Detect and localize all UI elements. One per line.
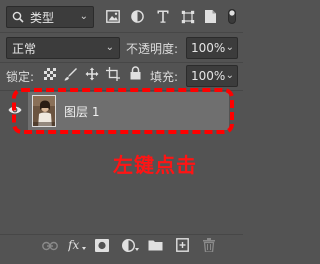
chevron-down-icon: ⌄	[105, 42, 114, 53]
divider	[0, 62, 243, 63]
chevron-down-icon: ⌄	[225, 42, 234, 53]
chevron-down-icon: ⌄	[79, 11, 88, 22]
new-layer-icon[interactable]	[176, 238, 189, 252]
annotation-text: 左键点击	[113, 153, 197, 177]
opacity-value: 100%	[191, 41, 226, 55]
divider	[0, 32, 243, 33]
layers-bottom-toolbar: fx	[0, 230, 243, 264]
svg-text:fx: fx	[68, 238, 79, 252]
lock-transparent-pixels-icon[interactable]	[44, 68, 56, 80]
highlight-dashed-box	[12, 88, 234, 134]
delete-layer-trash-icon[interactable]	[203, 238, 215, 252]
lock-position-icon[interactable]	[85, 67, 99, 81]
shape-filter-icon[interactable]	[181, 10, 195, 24]
chevron-down-icon: ⌄	[225, 70, 234, 81]
fill-input[interactable]: 100% ⌄	[186, 65, 238, 87]
fill-label: 填充:	[150, 70, 179, 84]
type-filter-icon[interactable]	[157, 10, 169, 23]
filter-kind-label: 类型	[30, 10, 55, 25]
search-icon	[12, 11, 24, 23]
new-group-folder-icon[interactable]	[148, 239, 163, 251]
filter-kind-dropdown[interactable]: 类型 ⌄	[6, 6, 94, 28]
fill-value: 100%	[191, 69, 226, 83]
blend-mode-value: 正常	[12, 41, 37, 56]
lock-image-pixels-icon[interactable]	[64, 67, 77, 81]
filter-toggle-switch[interactable]	[228, 9, 236, 24]
blend-mode-dropdown[interactable]: 正常 ⌄	[6, 37, 120, 59]
lock-all-icon[interactable]	[130, 66, 141, 80]
opacity-input[interactable]: 100% ⌄	[186, 37, 238, 59]
layer-effects-fx-icon[interactable]: fx	[68, 238, 86, 253]
lock-artboard-icon[interactable]	[106, 67, 121, 81]
link-layers-icon[interactable]	[42, 241, 58, 251]
new-fill-adjustment-layer-icon[interactable]	[122, 238, 139, 253]
lock-label: 锁定:	[6, 70, 35, 84]
image-filter-icon[interactable]	[106, 10, 120, 23]
opacity-label: 不透明度:	[126, 42, 179, 56]
smart-object-filter-icon[interactable]	[204, 9, 217, 24]
add-layer-mask-icon[interactable]	[95, 239, 109, 252]
adjustment-filter-icon[interactable]	[131, 10, 144, 23]
